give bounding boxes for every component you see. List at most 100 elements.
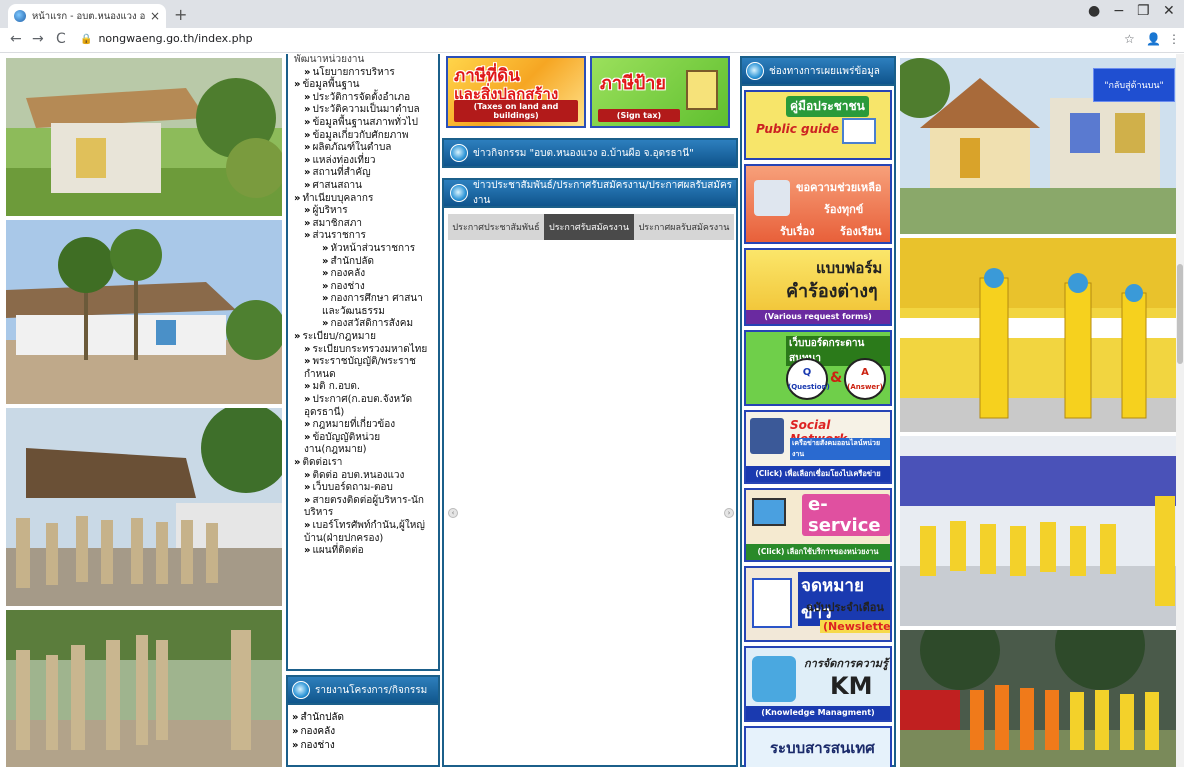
social-sub: เครือข่ายสังคมออนไลน์หน่วยงาน (790, 438, 890, 460)
photo-morning-meeting[interactable] (6, 408, 282, 606)
page-scrollbar[interactable] (1176, 54, 1184, 767)
help-petition: ร้องเรียน (840, 225, 882, 238)
menu-item[interactable]: กองการศึกษา ศาสนาและวัฒนธรรม (292, 293, 434, 318)
menu-item[interactable]: พระราชบัญญัติ/พระราชกำหนด (292, 356, 434, 381)
public-guide-banner[interactable]: คู่มือประชาชน Public guide (744, 90, 892, 160)
form-big: คำร้องต่างๆ (786, 281, 878, 302)
newsletter-sub: ฉบับประจำเดือน (806, 601, 884, 614)
land-tax-banner[interactable]: ภาษีที่ดิน และสิ่งปลูกสร้าง (Taxes on la… (446, 56, 586, 128)
menu-item[interactable]: กองช่าง (292, 281, 434, 294)
menu-item[interactable]: สายตรงติดต่อผู้บริหาร-นักบริหาร (292, 495, 434, 520)
activity-news-title: ข่าวกิจกรรม "อบต.หนองแวง อ.บ้านผือ จ.อุด… (473, 147, 694, 159)
pr-tabs: ประกาศประชาสัมพันธ์ ประกาศรับสมัครงาน ปร… (448, 214, 734, 240)
menu-item[interactable]: ข้อมูลพื้นฐานสภาพทั่วไป (292, 117, 434, 130)
close-window-button[interactable]: ✕ (1163, 3, 1175, 19)
book-icon (842, 118, 876, 144)
menu-item[interactable]: ผู้บริหาร (292, 205, 434, 218)
menu-item[interactable]: ระเบียบกระทรวงมหาดไทย (292, 344, 434, 357)
address-toolbar: ← → C 🔒 nongwaeng.go.th/index.php ☆ 👤 ⋮ (0, 28, 1184, 53)
newsletter-banner[interactable]: จดหมายข่าว ฉบับประจำเดือน (Newsletter) (744, 566, 892, 642)
menu-item[interactable]: แผนที่ติดต่อ (292, 545, 434, 558)
scrollbar-thumb[interactable] (1177, 264, 1183, 364)
menu-item[interactable]: ศาสนสถาน (292, 180, 434, 193)
tab-pr-announcement[interactable]: ประกาศประชาสัมพันธ์ (448, 214, 544, 240)
menu-item[interactable]: ระเบียบ/กฎหมาย (292, 331, 434, 344)
menu-item[interactable]: ส่วนราชการ (292, 230, 434, 243)
menu-item[interactable]: ทำเนียบบุคลากร (292, 193, 434, 206)
photo-fire-drill[interactable] (900, 630, 1176, 767)
social-network-banner[interactable]: Social Network เครือข่ายสังคมออนไลน์หน่ว… (744, 410, 892, 484)
menu-item[interactable]: นโยบายการบริหาร (292, 67, 434, 80)
menu-item[interactable]: แหล่งท่องเที่ยว (292, 155, 434, 168)
report-item[interactable]: กองคลัง (292, 725, 434, 739)
menu-item[interactable]: ประวัติความเป็นมาตำบล (292, 104, 434, 117)
tab-close-icon[interactable]: × (150, 9, 160, 23)
project-report-title: รายงานโครงการ/กิจกรรม (315, 684, 428, 696)
photo-staff-lineup[interactable] (6, 610, 282, 767)
menu-item-cut[interactable]: พัฒนาหน่วยงาน (292, 54, 434, 67)
activity-news-header[interactable]: ข่าวกิจกรรม "อบต.หนองแวง อ.บ้านผือ จ.อุด… (442, 138, 738, 168)
photo-building[interactable] (6, 220, 282, 404)
menu-item[interactable]: สมาชิกสภา (292, 218, 434, 231)
more-menu-icon[interactable]: ⋮ (1168, 32, 1180, 46)
browser-tab[interactable]: หน้าแรก - อบต.หนองแวง อ.บ้านผือ จ. × (8, 4, 166, 28)
photo-shrine[interactable] (6, 58, 282, 216)
menu-item[interactable]: สถานที่สำคัญ (292, 167, 434, 180)
menu-item[interactable]: ติดต่อเรา (292, 457, 434, 470)
menu-item[interactable]: กองสวัสดิการสังคม (292, 318, 434, 331)
carousel-prev-button[interactable]: ‹ (448, 508, 458, 518)
address-bar[interactable]: 🔒 nongwaeng.go.th/index.php (80, 32, 253, 45)
minimize-button[interactable]: − (1113, 3, 1125, 19)
menu-item[interactable]: หัวหน้าส่วนราชการ (292, 243, 434, 256)
request-forms-banner[interactable]: แบบฟอร์ม คำร้องต่างๆ (Various request fo… (744, 248, 892, 326)
menu-item[interactable]: มติ ก.อบต. (292, 381, 434, 394)
lock-icon: 🔒 (80, 34, 93, 45)
menu-item[interactable]: กฎหมายที่เกี่ยวข้อง (292, 419, 434, 432)
social-icons-cluster (750, 418, 784, 454)
reload-button[interactable]: C (56, 31, 66, 47)
menu-item[interactable]: ติดต่อ อบต.หนองแวง (292, 470, 434, 483)
menu-item[interactable]: สำนักปลัด (292, 256, 434, 269)
menu-item[interactable]: กองคลัง (292, 268, 434, 281)
back-to-top-button[interactable]: "กลับสู่ด้านบน" (1093, 68, 1175, 102)
info-channel-title: ช่องทางการเผยแพร่ข้อมูล (769, 65, 880, 77)
help-receive: รับเรื่อง (780, 225, 815, 238)
help-request-banner[interactable]: ขอความช่วยเหลือ ร้องทุกข์ รับเรื่อง ร้อง… (744, 164, 892, 244)
answer-bubble: A (Answer) (844, 358, 886, 400)
qa-a-en: (Answer) (847, 383, 883, 391)
forward-button[interactable]: → (32, 31, 44, 47)
restore-button[interactable]: ❐ (1137, 3, 1150, 19)
menu-item[interactable]: ประกาศ(ก.อบต.จังหวัดอุดรธานี) (292, 394, 434, 419)
menu-item[interactable]: เบอร์โทรศัพท์กำนัน,ผู้ใหญ่บ้าน(ฝ่ายปกครอ… (292, 520, 434, 545)
menu-item[interactable]: ข้อบัญญัติหน่วยงาน(กฎหมาย) (292, 432, 434, 457)
report-item[interactable]: สำนักปลัด (292, 711, 434, 725)
info-system-banner[interactable]: ระบบสารสนเทศ (744, 726, 892, 767)
menu-item[interactable]: เว็บบอร์ดถาม-ตอบ (292, 482, 434, 495)
new-tab-button[interactable]: + (174, 5, 187, 24)
profile-dot-icon[interactable]: ● (1088, 3, 1100, 19)
photo-meeting-hall[interactable] (900, 436, 1176, 626)
km-banner[interactable]: การจัดการความรู้ KM (Knowledge Managment… (744, 646, 892, 722)
notepad-icon (752, 578, 792, 628)
help-complaint: ร้องทุกข์ (824, 203, 864, 216)
eservice-banner[interactable]: e-service (Click) เลือกใช้บริการของหน่วย… (744, 488, 892, 562)
tab-job-results[interactable]: ประกาศผลรับสมัครงาน (634, 214, 734, 240)
webboard-qa-banner[interactable]: เว็บบอร์ดกระดานสนทนา Q (Question) & A (A… (744, 330, 892, 406)
menu-item[interactable]: ผลิตภัณฑ์ในตำบล (292, 142, 434, 155)
photo-yellow-ceremony[interactable] (900, 238, 1176, 432)
browser-tab-bar: หน้าแรก - อบต.หนองแวง อ.บ้านผือ จ. × + ●… (0, 0, 1184, 28)
carousel-next-button[interactable]: › (724, 508, 734, 518)
tab-job-recruitment[interactable]: ประกาศรับสมัครงาน (544, 214, 634, 240)
sign-tax-banner[interactable]: ภาษีป้าย (Sign tax) (590, 56, 730, 128)
profile-icon[interactable]: 👤 (1146, 32, 1161, 46)
report-item[interactable]: กองช่าง (292, 739, 434, 753)
back-button[interactable]: ← (10, 31, 22, 47)
menu-item[interactable]: ข้อมูลเกี่ยวกับศักยภาพ (292, 130, 434, 143)
bookmark-star-icon[interactable]: ☆ (1124, 32, 1135, 46)
globe-icon (450, 184, 468, 202)
eservice-click: (Click) เลือกใช้บริการของหน่วยงาน (746, 544, 890, 560)
menu-item[interactable]: ประวัติการจัดตั้งอำเภอ (292, 92, 434, 105)
globe-icon (450, 144, 468, 162)
project-report-header: รายงานโครงการ/กิจกรรม (286, 675, 440, 705)
menu-item[interactable]: ข้อมูลพื้นฐาน (292, 79, 434, 92)
